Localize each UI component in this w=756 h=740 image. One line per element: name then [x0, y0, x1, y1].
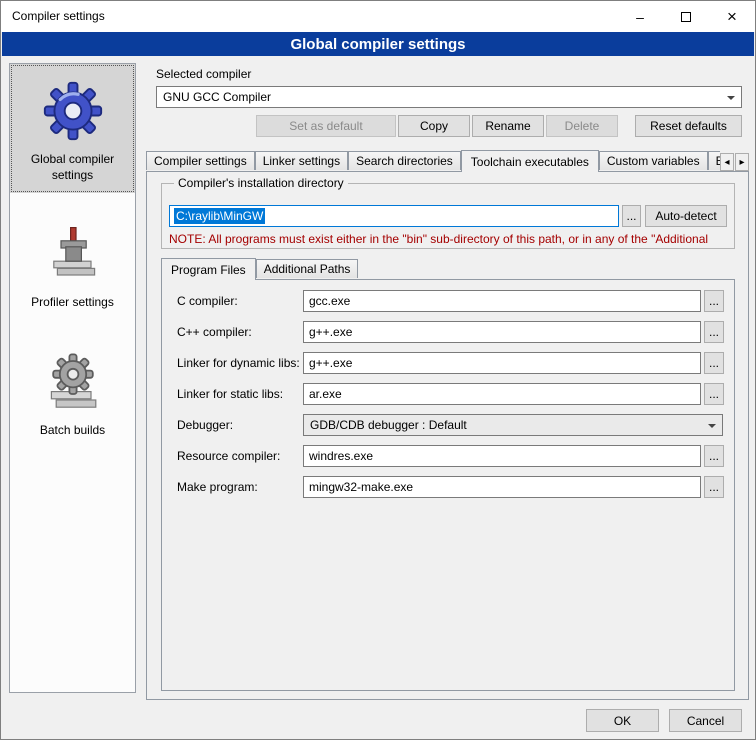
sidebar-item-profiler-settings[interactable]: Profiler settings: [10, 207, 135, 321]
tab-build-options[interactable]: Build: [708, 151, 720, 170]
debugger-select-value: GDB/CDB debugger : Default: [310, 418, 467, 432]
main-tab-strip: Compiler settings Linker settings Search…: [146, 150, 720, 172]
make-program-input[interactable]: [303, 476, 701, 498]
cancel-button[interactable]: Cancel: [669, 709, 742, 732]
sidebar-item-label: Global compiler settings: [14, 152, 131, 183]
installation-directory-input[interactable]: C:\raylib\MinGW: [169, 205, 619, 227]
bin-directory-note: NOTE: All programs must exist either in …: [169, 232, 731, 246]
delete-button[interactable]: Delete: [546, 115, 618, 137]
maximize-icon: [681, 12, 691, 22]
sidebar-item-label: Profiler settings: [14, 295, 131, 311]
tab-program-files[interactable]: Program Files: [161, 258, 256, 280]
rename-button[interactable]: Rename: [472, 115, 544, 137]
directory-browse-button[interactable]: ...: [622, 205, 641, 227]
arrow-left-icon: ◂: [724, 157, 729, 168]
group-title: Compiler's installation directory: [174, 176, 348, 190]
dialog-header: Global compiler settings: [2, 32, 754, 56]
chevron-down-icon: [708, 424, 716, 432]
compiler-select-value: GNU GCC Compiler: [163, 90, 271, 104]
form-row-c-compiler: C compiler: ...: [161, 290, 735, 312]
close-icon: ×: [727, 7, 737, 27]
debugger-select[interactable]: GDB/CDB debugger : Default: [303, 414, 723, 436]
page-title: Global compiler settings: [290, 36, 465, 53]
field-label: Resource compiler:: [177, 449, 280, 463]
reset-defaults-button[interactable]: Reset defaults: [635, 115, 742, 137]
tab-custom-variables[interactable]: Custom variables: [599, 151, 708, 170]
compiler-select[interactable]: GNU GCC Compiler: [156, 86, 742, 108]
arrow-right-icon: ▸: [739, 157, 744, 168]
tab-scroll-left-button[interactable]: ◂: [720, 153, 734, 171]
make-program-browse-button[interactable]: ...: [704, 476, 724, 498]
close-button[interactable]: ×: [709, 1, 755, 32]
field-label: C++ compiler:: [177, 325, 252, 339]
tab-additional-paths[interactable]: Additional Paths: [256, 259, 359, 278]
field-label: Linker for dynamic libs:: [177, 356, 300, 370]
minimize-icon: –: [636, 9, 644, 25]
set-as-default-button[interactable]: Set as default: [256, 115, 396, 137]
ok-button[interactable]: OK: [586, 709, 659, 732]
window-title: Compiler settings: [12, 9, 105, 23]
selected-compiler-label: Selected compiler: [156, 67, 251, 81]
cpp-compiler-input[interactable]: [303, 321, 701, 343]
title-bar[interactable]: Compiler settings – ×: [1, 1, 755, 32]
form-row-static-linker: Linker for static libs: ...: [161, 383, 735, 405]
dynamic-linker-input[interactable]: [303, 352, 701, 374]
field-label: Make program:: [177, 480, 258, 494]
static-linker-browse-button[interactable]: ...: [704, 383, 724, 405]
tab-toolchain-executables[interactable]: Toolchain executables: [461, 150, 599, 172]
form-row-debugger: Debugger: GDB/CDB debugger : Default: [161, 414, 735, 436]
c-compiler-input[interactable]: [303, 290, 701, 312]
sidebar-item-label: Batch builds: [14, 423, 131, 439]
gray-gear-icon: [14, 347, 131, 417]
dynamic-linker-browse-button[interactable]: ...: [704, 352, 724, 374]
form-row-cpp-compiler: C++ compiler: ...: [161, 321, 735, 343]
copy-button[interactable]: Copy: [398, 115, 470, 137]
c-compiler-browse-button[interactable]: ...: [704, 290, 724, 312]
caption-buttons: – ×: [617, 1, 755, 32]
field-label: Debugger:: [177, 418, 233, 432]
form-row-make-program: Make program: ...: [161, 476, 735, 498]
chevron-down-icon: [727, 96, 735, 104]
installation-directory-value: C:\raylib\MinGW: [174, 208, 265, 224]
settings-category-list: Global compiler settings Profiler settin…: [9, 63, 136, 693]
profiler-tool-icon: [14, 219, 131, 289]
auto-detect-button[interactable]: Auto-detect: [645, 205, 727, 227]
minimize-button[interactable]: –: [617, 1, 663, 32]
sub-tab-strip: Program Files Additional Paths: [161, 258, 561, 280]
resource-compiler-browse-button[interactable]: ...: [704, 445, 724, 467]
field-label: Linker for static libs:: [177, 387, 283, 401]
field-label: C compiler:: [177, 294, 238, 308]
tab-linker-settings[interactable]: Linker settings: [255, 151, 348, 170]
sidebar-item-batch-builds[interactable]: Batch builds: [10, 335, 135, 449]
sidebar-item-global-compiler-settings[interactable]: Global compiler settings: [10, 64, 135, 193]
tab-search-directories[interactable]: Search directories: [348, 151, 461, 170]
form-row-dynamic-linker: Linker for dynamic libs: ...: [161, 352, 735, 374]
compiler-settings-dialog: Compiler settings – × Global compiler se…: [0, 0, 756, 740]
blue-gear-icon: [14, 76, 131, 146]
static-linker-input[interactable]: [303, 383, 701, 405]
form-row-resource-compiler: Resource compiler: ...: [161, 445, 735, 467]
tab-compiler-settings[interactable]: Compiler settings: [146, 151, 255, 170]
cpp-compiler-browse-button[interactable]: ...: [704, 321, 724, 343]
maximize-button[interactable]: [663, 1, 709, 32]
resource-compiler-input[interactable]: [303, 445, 701, 467]
tab-scroll-right-button[interactable]: ▸: [735, 153, 749, 171]
